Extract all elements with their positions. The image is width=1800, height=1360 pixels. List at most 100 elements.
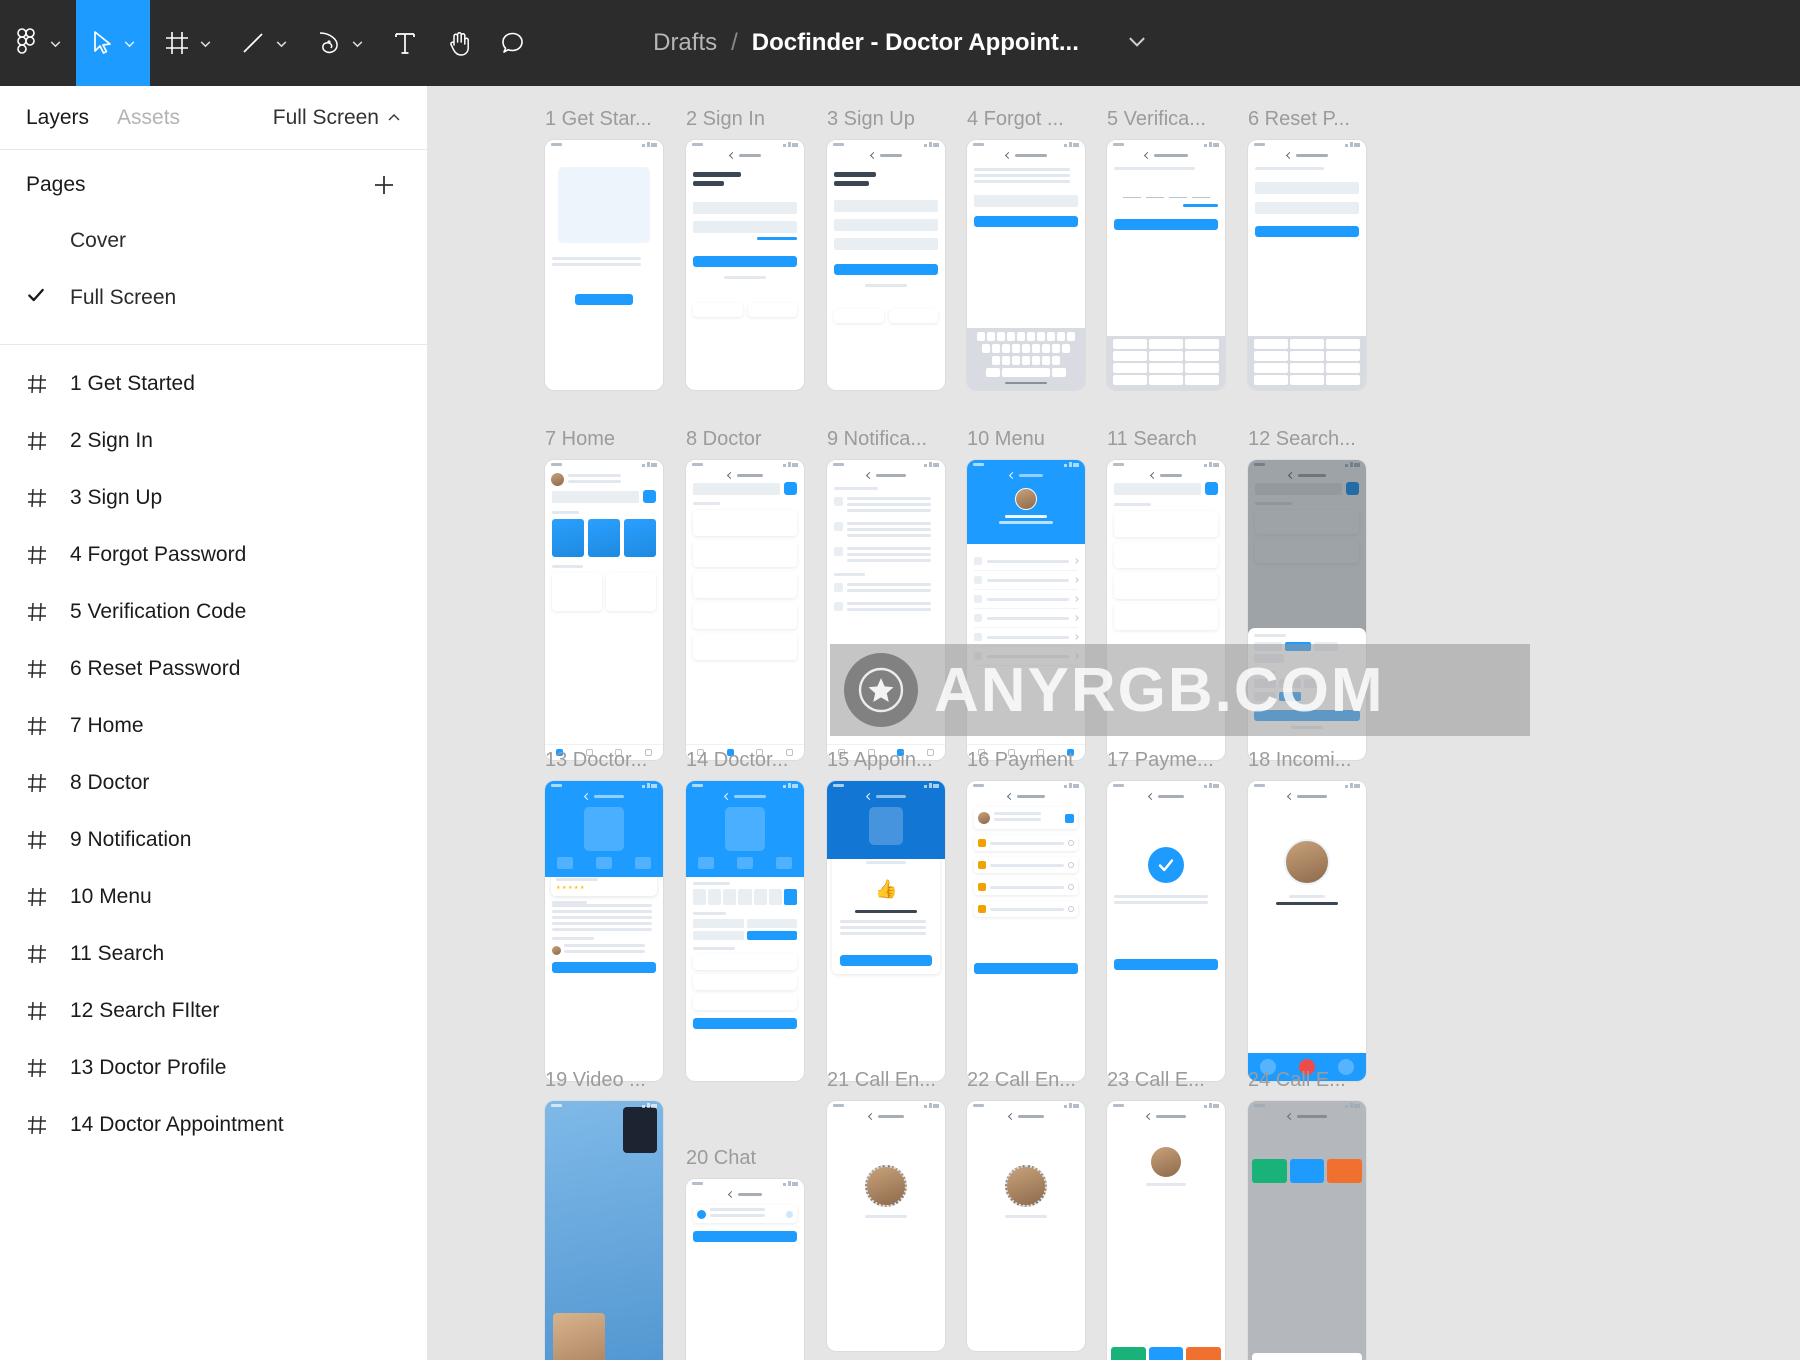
frame-label[interactable]: 24 Call E... bbox=[1248, 1069, 1366, 1095]
frame-label[interactable]: 16 Payment bbox=[967, 749, 1085, 775]
layer-item[interactable]: 14 Doctor Appointment bbox=[0, 1096, 427, 1153]
frame-label[interactable]: 5 Verifica... bbox=[1107, 108, 1225, 134]
tab-layers[interactable]: Layers bbox=[26, 106, 89, 130]
frame-label[interactable]: 1 Get Star... bbox=[545, 108, 663, 134]
frame-preview[interactable]: 👍 bbox=[827, 781, 945, 1081]
canvas-frame[interactable]: 6 Reset P... bbox=[1248, 108, 1366, 390]
canvas-frame[interactable]: 10 Menu bbox=[967, 428, 1085, 760]
frame-label[interactable]: 6 Reset P... bbox=[1248, 108, 1366, 134]
canvas-frame[interactable]: 1 Get Star... bbox=[545, 108, 663, 390]
frame-preview[interactable] bbox=[1248, 1101, 1366, 1360]
layer-item[interactable]: 11 Search bbox=[0, 925, 427, 982]
canvas-frame[interactable]: 5 Verifica... bbox=[1107, 108, 1225, 390]
frame-preview[interactable] bbox=[545, 460, 663, 760]
file-name-title[interactable]: Docfinder - Doctor Appoint... bbox=[752, 29, 1079, 57]
canvas-frame[interactable]: 19 Video ... bbox=[545, 1069, 663, 1360]
layer-item[interactable]: 1 Get Started bbox=[0, 355, 427, 412]
canvas-frame[interactable]: 3 Sign Up bbox=[827, 108, 945, 390]
frame-preview[interactable]: ★ ★ ★ ★ ★ bbox=[545, 781, 663, 1081]
frame-label[interactable]: 22 Call En... bbox=[967, 1069, 1085, 1095]
canvas-frame[interactable]: 2 Sign In bbox=[686, 108, 804, 390]
comment-tool-button[interactable] bbox=[486, 0, 540, 86]
frame-label[interactable]: 9 Notifica... bbox=[827, 428, 945, 454]
frame-label[interactable]: 13 Doctor... bbox=[545, 749, 663, 775]
frame-preview[interactable] bbox=[545, 1101, 663, 1360]
frame-preview[interactable] bbox=[686, 460, 804, 760]
frame-label[interactable]: 18 Incomi... bbox=[1248, 749, 1366, 775]
frame-tool-button[interactable] bbox=[150, 0, 226, 86]
hand-tool-button[interactable] bbox=[432, 0, 486, 86]
frame-preview[interactable] bbox=[686, 781, 804, 1081]
layer-item[interactable]: 7 Home bbox=[0, 697, 427, 754]
frame-label[interactable]: 19 Video ... bbox=[545, 1069, 663, 1095]
canvas-frame[interactable]: 17 Payme... bbox=[1107, 749, 1225, 1081]
canvas-frame[interactable]: 23 Call E... bbox=[1107, 1069, 1225, 1360]
frame-label[interactable]: 21 Call En... bbox=[827, 1069, 945, 1095]
layer-item[interactable]: 8 Doctor bbox=[0, 754, 427, 811]
frame-preview[interactable] bbox=[1107, 1101, 1225, 1360]
layer-item[interactable]: 10 Menu bbox=[0, 868, 427, 925]
frame-preview[interactable] bbox=[545, 140, 663, 390]
layer-item[interactable]: 9 Notification bbox=[0, 811, 427, 868]
frame-label[interactable]: 8 Doctor bbox=[686, 428, 804, 454]
canvas-frame[interactable]: 22 Call En... bbox=[967, 1069, 1085, 1351]
layer-item[interactable]: 13 Doctor Profile bbox=[0, 1039, 427, 1096]
frame-label[interactable]: 23 Call E... bbox=[1107, 1069, 1225, 1095]
layer-item[interactable]: 5 Verification Code bbox=[0, 583, 427, 640]
layer-item[interactable]: 2 Sign In bbox=[0, 412, 427, 469]
canvas-frame[interactable]: 16 Payment bbox=[967, 749, 1085, 1081]
canvas-frame[interactable]: 11 Search bbox=[1107, 428, 1225, 760]
frame-label[interactable]: 14 Doctor... bbox=[686, 749, 804, 775]
canvas-frame[interactable]: 20 Chat bbox=[686, 1147, 804, 1360]
frame-label[interactable]: 15 Appoin... bbox=[827, 749, 945, 775]
canvas-frame[interactable]: 12 Search... bbox=[1248, 428, 1366, 760]
page-item-cover[interactable]: Cover bbox=[0, 212, 427, 269]
layer-item[interactable]: 6 Reset Password bbox=[0, 640, 427, 697]
frame-label[interactable]: 7 Home bbox=[545, 428, 663, 454]
canvas-frame[interactable]: 24 Call E... bbox=[1248, 1069, 1366, 1360]
frame-preview[interactable] bbox=[686, 1179, 804, 1360]
frame-preview[interactable] bbox=[1248, 460, 1366, 760]
canvas-frame[interactable]: 8 Doctor bbox=[686, 428, 804, 760]
canvas-frame[interactable]: 15 Appoin... 👍 bbox=[827, 749, 945, 1081]
frame-preview[interactable] bbox=[967, 460, 1085, 760]
text-tool-button[interactable] bbox=[378, 0, 432, 86]
canvas-frame[interactable]: 4 Forgot ... bbox=[967, 108, 1085, 390]
current-page-selector[interactable]: Full Screen bbox=[273, 106, 401, 130]
add-page-button[interactable] bbox=[367, 168, 401, 202]
frame-preview[interactable] bbox=[1248, 781, 1366, 1081]
breadcrumb-project[interactable]: Drafts bbox=[653, 29, 717, 57]
frame-label[interactable]: 10 Menu bbox=[967, 428, 1085, 454]
frame-preview[interactable] bbox=[967, 781, 1085, 1081]
frame-preview[interactable] bbox=[967, 140, 1085, 390]
frame-preview[interactable] bbox=[1107, 140, 1225, 390]
frame-preview[interactable] bbox=[1107, 460, 1225, 760]
canvas-frame[interactable]: 13 Doctor... ★ ★ ★ ★ ★ bbox=[545, 749, 663, 1081]
frame-preview[interactable] bbox=[1107, 781, 1225, 1081]
canvas-frame[interactable]: 9 Notifica... bbox=[827, 428, 945, 760]
design-canvas[interactable]: 1 Get Star... 2 Sign In 3 Sign Up 4 Forgot … bbox=[428, 86, 1800, 1360]
frame-label[interactable]: 12 Search... bbox=[1248, 428, 1366, 454]
frame-label[interactable]: 4 Forgot ... bbox=[967, 108, 1085, 134]
layer-item[interactable]: 3 Sign Up bbox=[0, 469, 427, 526]
canvas-frame[interactable]: 18 Incomi... bbox=[1248, 749, 1366, 1081]
pen-tool-button[interactable] bbox=[302, 0, 378, 86]
layer-item[interactable]: 12 Search FIlter bbox=[0, 982, 427, 1039]
frame-label[interactable]: 17 Payme... bbox=[1107, 749, 1225, 775]
frame-preview[interactable] bbox=[827, 140, 945, 390]
frame-preview[interactable] bbox=[967, 1101, 1085, 1351]
frame-label[interactable]: 20 Chat bbox=[686, 1147, 804, 1173]
file-menu-chevron-down-icon[interactable] bbox=[1127, 31, 1147, 56]
frame-label[interactable]: 11 Search bbox=[1107, 428, 1225, 454]
frame-preview[interactable] bbox=[827, 460, 945, 760]
tab-assets[interactable]: Assets bbox=[117, 106, 180, 130]
layer-item[interactable]: 4 Forgot Password bbox=[0, 526, 427, 583]
page-item-full-screen[interactable]: Full Screen bbox=[0, 269, 427, 326]
canvas-frame[interactable]: 14 Doctor... bbox=[686, 749, 804, 1081]
figma-menu-button[interactable] bbox=[0, 0, 76, 86]
frame-label[interactable]: 3 Sign Up bbox=[827, 108, 945, 134]
frame-label[interactable]: 2 Sign In bbox=[686, 108, 804, 134]
canvas-frame[interactable]: 21 Call En... bbox=[827, 1069, 945, 1351]
frame-preview[interactable] bbox=[686, 140, 804, 390]
canvas-frame[interactable]: 7 Home bbox=[545, 428, 663, 760]
